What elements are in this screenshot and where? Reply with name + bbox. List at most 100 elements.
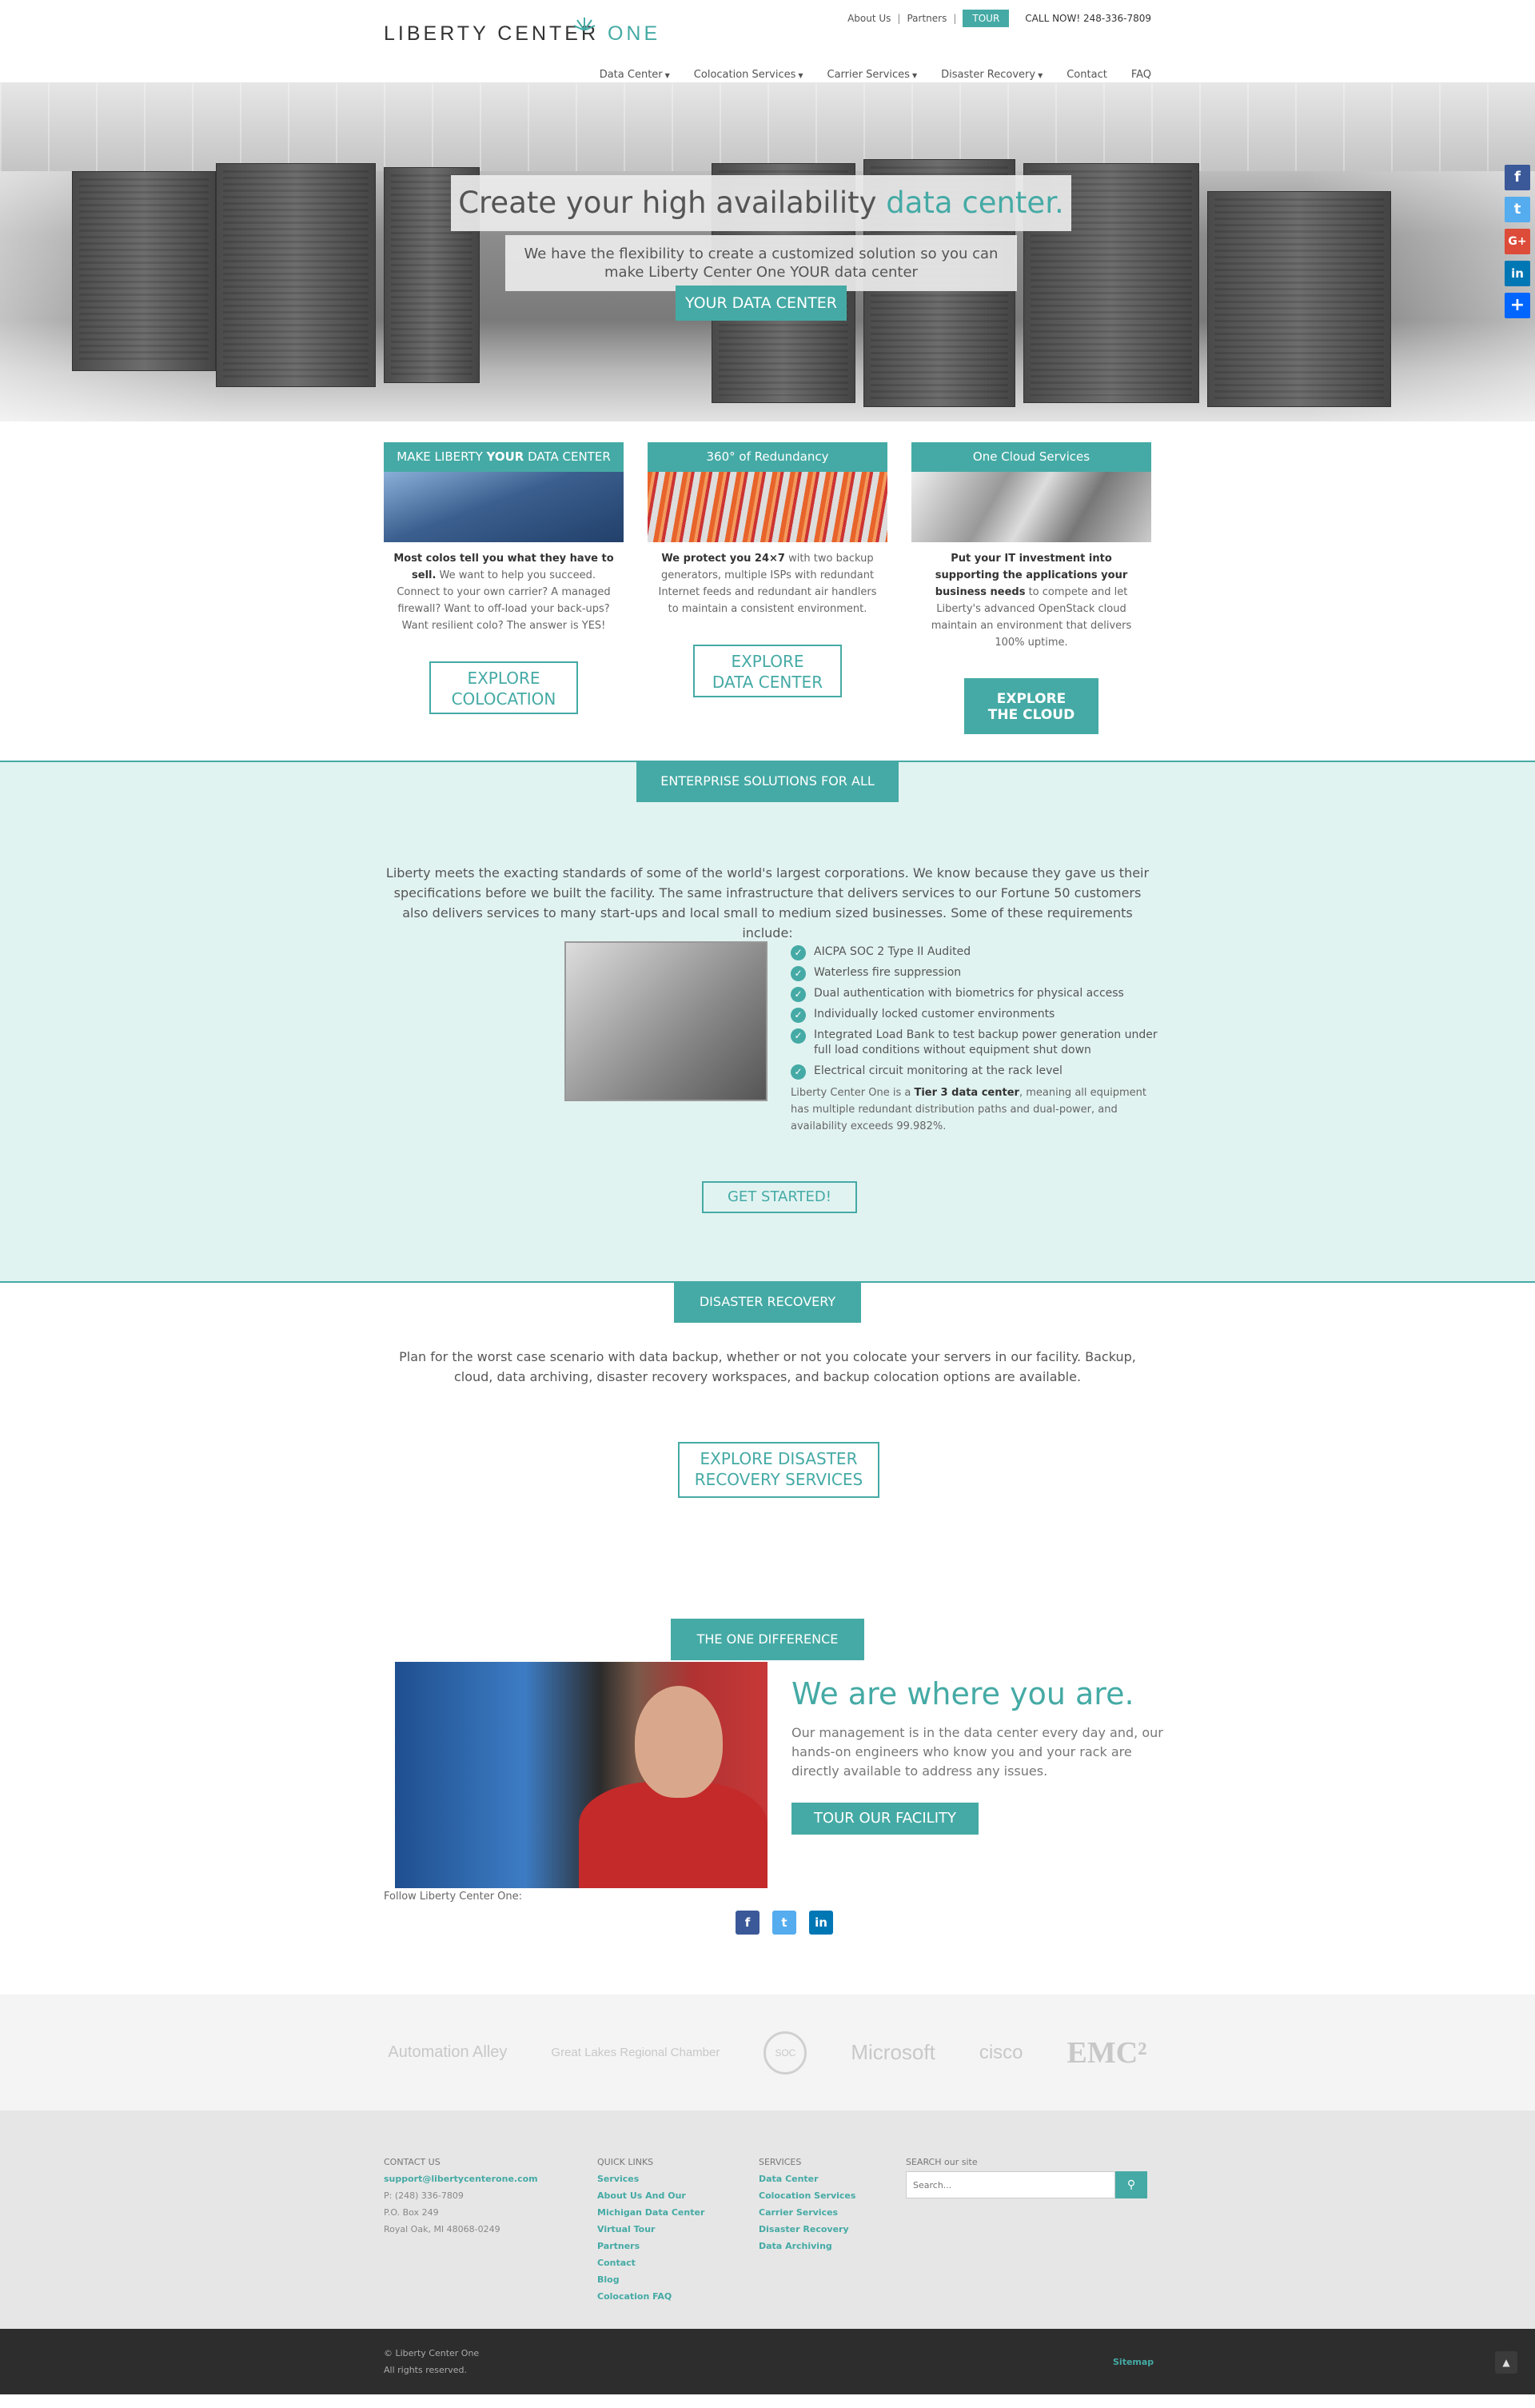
facebook-icon[interactable]: f <box>1505 165 1530 190</box>
logo-sun-icon <box>573 18 596 30</box>
caret-down-icon: ▼ <box>798 72 803 79</box>
column-heading: 360° of Redundancy <box>648 442 887 472</box>
linkedin-icon[interactable]: in <box>809 1911 833 1935</box>
sitemap-link[interactable]: Sitemap <box>1113 2357 1154 2367</box>
twitter-icon[interactable]: t <box>772 1911 796 1935</box>
footer-heading: QUICK LINKS <box>597 2157 654 2167</box>
footer-search-box: ⚲ <box>906 2171 1147 2198</box>
note-part: Liberty Center One is a <box>791 1087 915 1099</box>
partner-automation-alley: Automation Alley <box>388 2043 508 2061</box>
btn-line: RECOVERY SERVICES <box>694 1470 863 1489</box>
service-link[interactable]: Colocation Services <box>759 2187 855 2204</box>
server-rack-image <box>72 171 216 371</box>
nav-label: Colocation Services <box>693 69 796 81</box>
tour-our-facility-button[interactable]: TOUR OUR FACILITY <box>791 1803 979 1835</box>
disaster-recovery-section: DISASTER RECOVERY Plan for the worst cas… <box>0 1281 1535 1607</box>
nav-data-center[interactable]: Data Center ▼ <box>600 69 670 81</box>
linkedin-icon[interactable]: in <box>1505 261 1530 286</box>
tour-button[interactable]: TOUR <box>963 10 1010 27</box>
toplink-about[interactable]: About Us <box>847 13 891 24</box>
nav-faq[interactable]: FAQ <box>1131 69 1151 81</box>
heading-bold: YOUR <box>486 449 524 464</box>
main-nav: Data Center ▼ Colocation Services ▼ Carrie… <box>600 69 1151 81</box>
footer-heading: CONTACT US <box>384 2157 441 2167</box>
liberty-sign-image <box>384 472 624 542</box>
caret-down-icon: ▼ <box>911 72 918 79</box>
scroll-to-top-icon[interactable]: ▲ <box>1495 2351 1517 2374</box>
search-input[interactable] <box>906 2171 1115 2198</box>
list-item-text: Electrical circuit monitoring at the rac… <box>814 1064 1063 1077</box>
quick-link[interactable]: Michigan Data Center <box>597 2204 704 2221</box>
footer-heading: SEARCH our site <box>906 2157 978 2167</box>
column-heading: MAKE LIBERTY YOUR DATA CENTER <box>384 442 624 472</box>
quick-link[interactable]: Services <box>597 2170 704 2187</box>
hero-subtitle: We have the flexibility to create a cust… <box>505 235 1017 291</box>
service-link[interactable]: Data Archiving <box>759 2238 855 2254</box>
nav-disaster-recovery[interactable]: Disaster Recovery ▼ <box>941 69 1043 81</box>
explore-data-center-button[interactable]: EXPLORE DATA CENTER <box>693 645 842 697</box>
divider: | <box>897 13 901 24</box>
heading-part: MAKE LIBERTY <box>397 449 487 464</box>
one-difference-section: THE ONE DIFFERENCE We are where you are.… <box>0 1607 1535 1995</box>
contact-email-link[interactable]: support@libertycenterone.com <box>384 2170 538 2187</box>
server-rack-image <box>216 163 376 387</box>
your-data-center-button[interactable]: YOUR DATA CENTER <box>676 286 847 321</box>
check-icon: ✓ <box>791 1028 806 1044</box>
disaster-tag: DISASTER RECOVERY <box>674 1281 861 1323</box>
difference-tag: THE ONE DIFFERENCE <box>671 1619 864 1660</box>
network-cables-image <box>648 472 887 542</box>
enterprise-text: Liberty meets the exacting standards of … <box>385 865 1150 940</box>
quick-link[interactable]: Virtual Tour <box>597 2221 704 2238</box>
follow-label: Follow Liberty Center One: <box>384 1891 523 1903</box>
top-links: About Us | Partners | TOUR CALL NOW! 248… <box>847 10 1151 27</box>
explore-colocation-button[interactable]: EXPLORE COLOCATION <box>429 661 578 714</box>
quick-link[interactable]: About Us And Our <box>597 2187 704 2204</box>
power-plug-image <box>564 941 768 1101</box>
google-plus-icon[interactable]: G+ <box>1505 229 1530 254</box>
quick-link[interactable]: Blog <box>597 2271 704 2288</box>
btn-line: EXPLORE <box>731 652 804 671</box>
follow-icons: f t in <box>736 1911 833 1935</box>
list-item: ✓ Electrical circuit monitoring at the ra… <box>791 1064 1160 1080</box>
service-link[interactable]: Carrier Services <box>759 2204 855 2221</box>
copyright: © Liberty Center One All rights reserved… <box>384 2345 479 2378</box>
hero-title: Create your high availability data cente… <box>451 175 1071 231</box>
list-item-text: Individually locked customer environment… <box>814 1008 1055 1020</box>
check-icon: ✓ <box>791 966 806 981</box>
enterprise-section: ENTERPRISE SOLUTIONS FOR ALL Liberty mee… <box>0 761 1535 1283</box>
difference-heading: We are where you are. <box>791 1676 1134 1711</box>
footer-quick-links: QUICK LINKS Services About Us And Our Mi… <box>597 2154 704 2305</box>
search-icon[interactable]: ⚲ <box>1115 2171 1147 2198</box>
twitter-icon[interactable]: t <box>1505 197 1530 222</box>
share-icon[interactable]: + <box>1505 293 1530 318</box>
skyscrapers-image <box>911 472 1151 542</box>
nav-label: Carrier Services <box>827 69 910 81</box>
partner-chamber: Great Lakes Regional Chamber <box>551 2046 720 2059</box>
quick-link[interactable]: Colocation FAQ <box>597 2288 704 2305</box>
explore-disaster-recovery-button[interactable]: EXPLORE DISASTER RECOVERY SERVICES <box>678 1442 879 1498</box>
nav-contact[interactable]: Contact <box>1067 69 1107 81</box>
nav-colocation-services[interactable]: Colocation Services ▼ <box>694 69 803 81</box>
nav-label: Disaster Recovery <box>941 69 1036 81</box>
hero-banner: Create your high availability data cente… <box>0 83 1535 421</box>
list-item-text: Dual authentication with biometrics for … <box>814 987 1124 1000</box>
column-text: Most colos tell you what they have to se… <box>384 542 624 634</box>
service-link[interactable]: Data Center <box>759 2170 855 2187</box>
quick-link[interactable]: Contact <box>597 2254 704 2271</box>
quick-link[interactable]: Partners <box>597 2238 704 2254</box>
facebook-icon[interactable]: f <box>736 1911 760 1935</box>
footer-contact: CONTACT US support@libertycenterone.com … <box>384 2154 538 2238</box>
copyright-text: © Liberty Center One <box>384 2348 480 2358</box>
explore-the-cloud-button[interactable]: EXPLORE THE CLOUD <box>964 678 1098 734</box>
list-item-text: Waterless fire suppression <box>814 966 962 979</box>
call-now[interactable]: CALL NOW! 248-336-7809 <box>1025 13 1151 24</box>
toplink-partners[interactable]: Partners <box>907 13 947 24</box>
difference-text: Our management is in the data center eve… <box>791 1725 1163 1779</box>
service-link[interactable]: Disaster Recovery <box>759 2221 855 2238</box>
column-heading: One Cloud Services <box>911 442 1151 472</box>
btn-line: COLOCATION <box>451 689 556 709</box>
get-started-button[interactable]: GET STARTED! <box>702 1181 857 1213</box>
nav-carrier-services[interactable]: Carrier Services ▼ <box>827 69 918 81</box>
feature-redundancy: 360° of Redundancy We protect you 24×7 w… <box>648 442 887 761</box>
logo[interactable]: LIBERTY CENTER ONE <box>384 18 660 46</box>
